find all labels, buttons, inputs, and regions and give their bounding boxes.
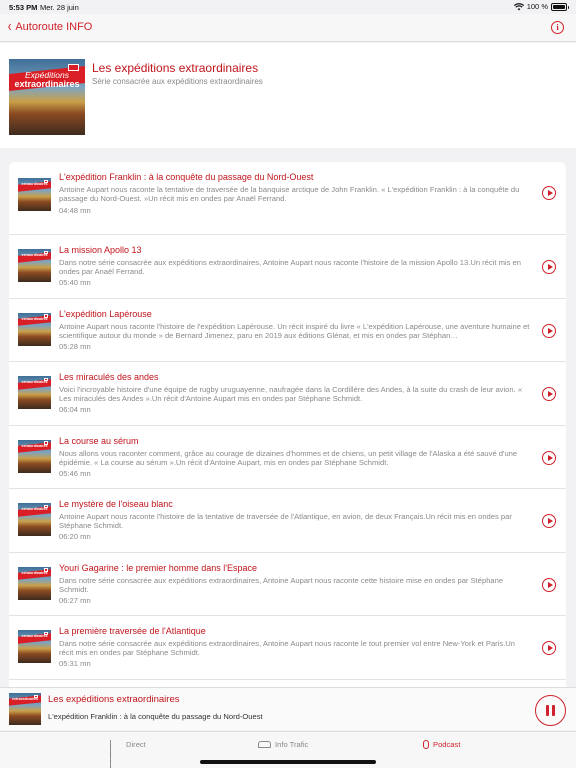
- podcast-subtitle: Série consacrée aux expéditions extraord…: [92, 77, 263, 86]
- play-icon[interactable]: [542, 323, 556, 338]
- episode-thumb-text: extraordinaires: [21, 316, 48, 321]
- waveform-icon: [110, 740, 122, 768]
- episode-thumbnail: extraordinaires: [18, 630, 51, 663]
- episode-duration: 05:28 mn: [59, 341, 91, 351]
- episode-title[interactable]: L'expédition Franklin : à la conquête du…: [59, 172, 313, 182]
- tab-podcast-label: Podcast: [433, 740, 461, 749]
- episode-duration: 04:48 mn: [59, 206, 91, 215]
- episode-title[interactable]: Le mystère de l'oiseau blanc: [59, 499, 173, 509]
- player-cover: extraordinaires: [9, 693, 41, 725]
- episode-description: Antoine Aupart nous raconte l'histoire d…: [59, 512, 512, 531]
- status-time: 5:53 PM: [9, 3, 38, 12]
- battery-percent: 100 %: [526, 2, 548, 11]
- play-icon[interactable]: [542, 641, 556, 655]
- microphone-icon: [423, 740, 429, 749]
- mini-player[interactable]: extraordinaires Les expéditions extraord…: [0, 687, 576, 730]
- episode-thumbnail: extraordinaires: [18, 566, 51, 600]
- episode-description: Dans notre série consacrée aux expéditio…: [59, 258, 521, 277]
- episode-title[interactable]: La mission Apollo 13: [59, 245, 142, 255]
- wifi-icon: [513, 2, 524, 10]
- play-icon[interactable]: [542, 450, 556, 465]
- tab-info-trafic-label: Info Trafic: [275, 740, 309, 749]
- info-icon[interactable]: i: [551, 21, 564, 34]
- play-icon[interactable]: [542, 514, 556, 528]
- tab-bar: Direct Info Trafic Podcast: [0, 731, 576, 768]
- status-right: 100 %: [513, 2, 569, 11]
- episode-thumbnail: extraordinaires: [18, 249, 51, 282]
- player-title: Les expéditions extraordinaires: [48, 694, 180, 705]
- tab-podcast[interactable]: Podcast: [423, 740, 460, 749]
- pause-icon: [546, 705, 549, 716]
- play-icon[interactable]: [542, 260, 556, 274]
- episode-duration: 06:04 mn: [59, 405, 91, 414]
- play-icon[interactable]: [542, 387, 556, 401]
- episode-duration: 05:40 mn: [59, 278, 91, 287]
- episode-title[interactable]: Les miraculés des andes: [59, 372, 159, 382]
- episode-row[interactable]: extraordinaires Les miraculés des andes Vo…: [9, 362, 566, 426]
- play-icon[interactable]: [542, 577, 556, 592]
- episode-duration: 05:46 mn: [59, 468, 91, 478]
- episode-description: Antoine Aupart nous raconte la tentative…: [59, 185, 520, 204]
- episode-list: extraordinaires L'expédition Franklin : à…: [9, 162, 566, 692]
- status-bar: 5:53 PM Mer. 28 juin 100 %: [0, 0, 576, 14]
- podcast-cover: Expéditions extraordinaires: [9, 59, 85, 135]
- car-icon: [258, 741, 271, 748]
- player-cover-text: extraordinaires: [12, 697, 38, 702]
- episode-duration: 06:27 mn: [59, 595, 91, 605]
- episode-title[interactable]: Youri Gagarine : le premier homme dans l…: [59, 563, 257, 573]
- episode-thumb-text: extraordinaires: [21, 253, 48, 258]
- episode-thumb-text: extraordinaires: [21, 443, 48, 448]
- episode-description: Nous allons vous raconter comment, grâce…: [59, 448, 518, 467]
- episode-title[interactable]: La course au sérum: [59, 436, 139, 446]
- episode-row[interactable]: extraordinaires Le mystère de l'oiseau bl…: [9, 489, 566, 553]
- episode-duration: 06:20 mn: [59, 532, 91, 541]
- status-date: Mer. 28 juin: [40, 3, 79, 12]
- tab-direct-label: Direct: [126, 740, 146, 749]
- tab-info-trafic[interactable]: Info Trafic: [258, 740, 308, 749]
- cover-text-2: extraordinaires: [14, 79, 80, 90]
- episode-thumbnail: extraordinaires: [18, 376, 51, 409]
- episode-row[interactable]: extraordinaires L'expédition Lapérouse Ant…: [9, 299, 566, 362]
- episode-thumbnail: extraordinaires: [18, 178, 51, 211]
- episode-thumb-text: extraordinaires: [21, 634, 48, 639]
- battery-icon: [551, 2, 569, 11]
- play-icon[interactable]: [542, 186, 556, 200]
- episode-row[interactable]: extraordinaires La course au sérum Nous al…: [9, 426, 566, 489]
- podcast-header: Expéditions extraordinaires Les expéditi…: [0, 43, 576, 148]
- episode-row[interactable]: extraordinaires La mission Apollo 13 Dans …: [9, 235, 566, 299]
- podcast-title: Les expéditions extraordinaires: [92, 61, 259, 75]
- episode-description: Dans notre série consacrée aux expéditio…: [59, 575, 504, 594]
- episode-thumb-text: extraordinaires: [21, 380, 48, 385]
- episode-thumb-text: extraordinaires: [21, 507, 48, 512]
- tab-direct[interactable]: Direct: [110, 740, 146, 768]
- episode-thumbnail: extraordinaires: [18, 439, 51, 473]
- episode-thumb-text: extraordinaires: [21, 570, 48, 575]
- chevron-left-icon: ‹: [7, 18, 12, 35]
- episode-description: Dans notre série consacrée aux expéditio…: [59, 639, 516, 658]
- player-subtitle: L'expédition Franklin : à la conquête du…: [48, 712, 263, 721]
- episode-row[interactable]: extraordinaires Youri Gagarine : le premi…: [9, 553, 566, 616]
- back-label: Autoroute INFO: [15, 21, 93, 33]
- episode-description: Antoine Aupart nous raconte l'histoire d…: [59, 321, 530, 340]
- episode-thumb-text: extraordinaires: [21, 182, 48, 187]
- episode-title[interactable]: L'expédition Lapérouse: [59, 309, 152, 319]
- episode-description: Voici l'incroyable histoire d'une équipe…: [59, 385, 523, 404]
- episode-row[interactable]: extraordinaires La première traversée de …: [9, 616, 566, 680]
- episode-duration: 05:31 mn: [59, 659, 91, 668]
- home-indicator[interactable]: [200, 760, 376, 764]
- episode-row[interactable]: extraordinaires L'expédition Franklin : à…: [9, 162, 566, 235]
- pause-button[interactable]: [535, 695, 566, 726]
- episode-thumbnail: extraordinaires: [18, 312, 51, 346]
- episode-thumbnail: extraordinaires: [18, 503, 51, 536]
- episode-title[interactable]: La première traversée de l'Atlantique: [59, 626, 206, 636]
- navigation-bar: ‹ Autoroute INFO i: [0, 14, 576, 42]
- back-button[interactable]: ‹ Autoroute INFO: [7, 18, 93, 35]
